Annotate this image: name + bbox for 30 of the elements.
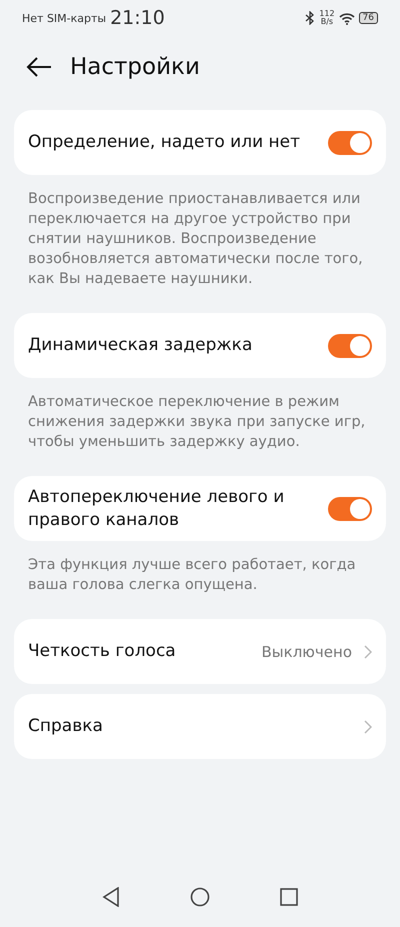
chevron-right-icon <box>364 644 372 658</box>
setting-label: Справка <box>28 715 104 738</box>
wifi-icon <box>338 12 355 24</box>
chevron-right-icon <box>364 720 372 734</box>
setting-label: Автопереключение левого и правого каналов <box>28 486 286 532</box>
setting-label: Определение, надето или нет <box>28 131 302 154</box>
settings-row[interactable]: Автопереключение левого и правого каналов <box>14 476 386 541</box>
clock: 21:10 <box>110 7 165 29</box>
recents-nav-icon[interactable] <box>280 888 298 906</box>
carrier-text: Нет SIM-карты <box>22 12 106 24</box>
settings-row[interactable]: Динамическая задержка <box>14 313 386 378</box>
bluetooth-icon <box>305 11 316 25</box>
setting-description: Эта функция лучше всего работает, когда ваша голова слегка опущена. <box>27 556 357 595</box>
settings-row[interactable]: Определение, надето или нет <box>14 110 386 175</box>
toggle-switch[interactable] <box>328 130 372 154</box>
network-speed: 112 B/s <box>319 10 335 26</box>
setting-description: Автоматическое переключение в режим снижения задержки звука при запуске игр, чтобы уменьшить задержку аудио. <box>27 393 366 452</box>
toggle-switch[interactable] <box>328 334 372 358</box>
back-nav-icon[interactable] <box>102 887 120 907</box>
setting-label: Динамическая задержка <box>28 334 254 357</box>
setting-description: Воспроизведение приостанавливается или переключается на другое устройство при снятии наушников. Воспроизведение возобновляется автоматически после того, как Вы надеваете наушники. <box>27 190 364 289</box>
setting-value: Выключено <box>262 642 352 660</box>
page-title: Настройки <box>70 54 200 80</box>
setting-label: Четкость голоса <box>28 640 177 663</box>
battery-indicator: 76 <box>358 12 378 24</box>
settings-row[interactable]: Справка <box>14 694 386 759</box>
toggle-switch[interactable] <box>328 496 372 520</box>
home-nav-icon[interactable] <box>190 887 210 907</box>
back-arrow-icon[interactable] <box>26 57 52 77</box>
settings-row[interactable]: Четкость голоса Выключено <box>14 619 386 684</box>
